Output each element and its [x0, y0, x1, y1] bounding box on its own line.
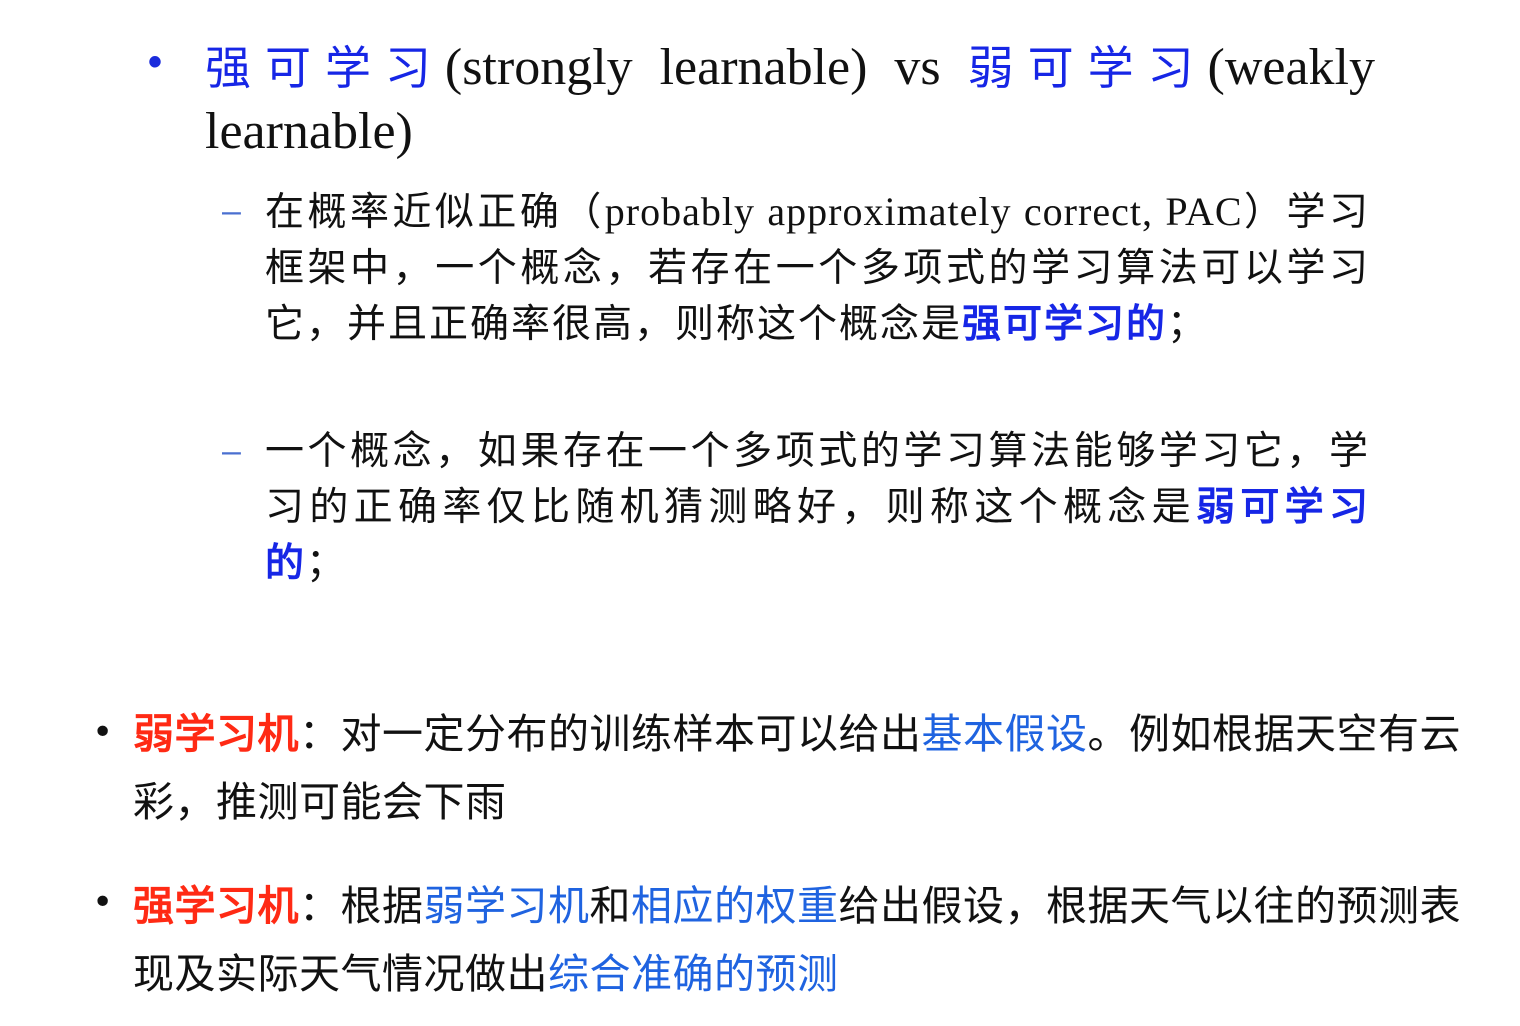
def1-end: ； — [1167, 302, 1209, 347]
weak-learnable-definition: 一个概念，如果存在一个多项式的学习算法能够学习它，学习的正确率仅比随机猜测略好，… — [265, 424, 1370, 592]
weights-term: 相应的权重 — [631, 882, 839, 930]
weak-learner-paragraph: 弱学习机：对一定分布的训练样本可以给出基本假设。例如根据天空有云彩，推测可能会下… — [133, 700, 1478, 836]
strong-learner-text-a: ：根据 — [299, 882, 424, 930]
dash-marker: – — [222, 192, 241, 230]
strongly-learnable-english: (strongly learnable) vs — [444, 39, 968, 96]
def1-term: 强可学习的 — [962, 302, 1168, 347]
bullet-dot: • — [92, 712, 114, 753]
strongly-learnable-term: 强可学习 — [205, 41, 445, 95]
combined-prediction-term: 综合准确的预测 — [548, 950, 839, 998]
weak-learner-term: 弱学习机 — [423, 882, 590, 930]
def1-latin: probably approximately correct, PAC — [604, 189, 1243, 234]
def2-end: ； — [306, 541, 348, 586]
weakly-learnable-term: 弱可学习 — [967, 41, 1208, 95]
weak-learner-title: 弱学习机 — [133, 710, 299, 758]
strong-learner-paragraph: 强学习机：根据弱学习机和相应的权重给出假设，根据天气以往的预测表现及实际天气情况… — [133, 872, 1478, 1008]
basic-hypothesis-term: 基本假设 — [921, 710, 1088, 758]
weak-learner-text-a: ：对一定分布的训练样本可以给出 — [299, 710, 922, 758]
strong-learnable-definition: 在概率近似正确（probably approximately correct, … — [265, 184, 1370, 353]
bullet-dot: • — [148, 40, 163, 84]
def1-text-a: 在概率近似正确（ — [265, 190, 605, 235]
strong-learner-text-b: 和 — [589, 882, 631, 930]
strong-vs-weak-heading: 强可学习(strongly learnable) vs 弱可学习(weakly … — [205, 36, 1375, 164]
strong-learner-title: 强学习机 — [133, 882, 299, 930]
dash-marker: – — [222, 432, 241, 470]
bullet-dot: • — [92, 882, 114, 923]
